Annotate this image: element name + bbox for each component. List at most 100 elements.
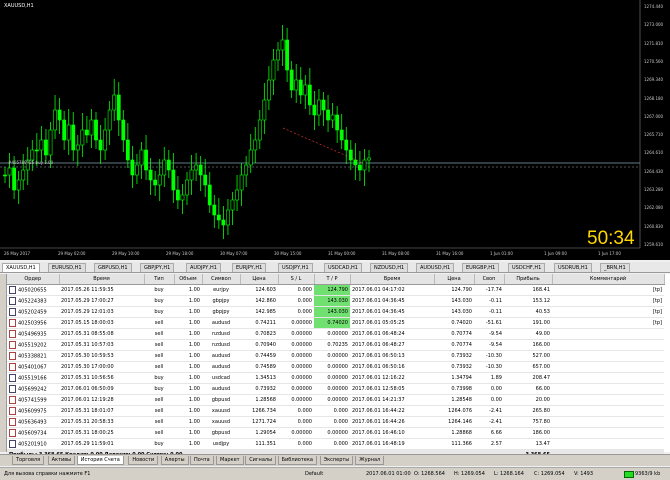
table-cell: 0.00000 [278,328,314,340]
candle-body [180,194,185,201]
table-cell: 111.351 [240,438,278,450]
symbol-tab[interactable]: EURUSD,H1 [48,263,86,272]
price-chart[interactable]: XAUUSD,H1 #405789926 buy 1.00 50:34 1274… [0,0,670,260]
table-cell: 0.00000 [314,328,350,340]
candle-body [89,119,94,136]
candle-body [335,114,340,131]
price-tick-label: 1260.830 [644,223,664,229]
symbol-tab[interactable]: GBPUSD,H1 [94,263,132,272]
table-cell: 405699242 [18,386,47,393]
column-header[interactable]: Время [350,274,435,285]
table-row[interactable]: 405020655 2017.05.26 11:59:35 buy 1.00 eurjp… [7,284,664,296]
table-cell: 1.00 [174,416,202,428]
time-tick-label: 30 May 07:00 [220,251,248,256]
table-cell: 2017.06.01 06:50:13 [350,350,434,362]
column-header[interactable]: Комментарий [552,274,665,285]
table-cell: gbpusd [202,394,240,406]
column-header[interactable]: Цена [434,274,475,285]
table-row[interactable]: 402503956 2017.05.15 18:00:03 sell 1.00 audu… [7,317,664,329]
symbol-tab[interactable]: XAUUSD,H1 [2,263,40,272]
terminal-tab[interactable]: Маркет [216,456,244,465]
table-cell: 0.73932 [434,350,474,362]
column-header[interactable]: Своп [474,274,505,285]
candle-body [185,179,189,196]
column-header[interactable]: Объем [174,274,203,285]
table-row[interactable]: 405636493 2017.05.31 20:58:33 sell 1.00 xauu… [7,416,664,428]
terminal-tab[interactable]: История Счета [76,456,124,465]
column-header[interactable]: Время [59,274,145,285]
table-cell: 2017.06.01 04:36:45 [350,306,434,318]
table-cell: [tp] [552,295,664,307]
table-cell: buy [144,295,174,307]
table-row[interactable]: 405224383 2017.05.29 17:00:27 buy 1.00 gbpjp… [7,295,664,307]
candle-body [85,129,89,136]
terminal-tab[interactable]: Алерты [160,456,189,465]
symbol-tab[interactable]: AUDUSD,H1 [416,263,455,272]
table-cell: 66.00 [504,383,552,395]
symbol-tab[interactable]: USDJPY,H1 [278,263,313,272]
column-header[interactable]: T / P [314,274,351,285]
terminal-tab[interactable]: Новости [128,456,159,465]
table-cell [552,427,664,439]
symbol-tab[interactable]: EURGBP,H1 [462,263,500,272]
symbol-tab[interactable]: USDRUB,H1 [554,263,592,272]
column-header[interactable]: S / L [278,274,315,285]
candle-body [53,109,57,131]
symbol-tab[interactable]: GBPJPY,H1 [140,263,175,272]
terminal-tab[interactable]: Библиотека [277,456,317,465]
table-cell: [tp] [552,306,664,318]
terminal-tab[interactable]: Торговля [12,456,45,465]
price-tick-label: 1262.080 [644,205,664,211]
table-cell [552,350,664,362]
candle-body [289,69,294,91]
symbol-tab[interactable]: AUDJPY,H1 [186,263,221,272]
table-cell: -0.11 [474,306,504,318]
candle-body [248,149,253,166]
table-cell: 1.00 [174,317,202,329]
table-row[interactable]: 405519166 2017.05.31 10:56:56 buy 1.00 usdca… [7,372,664,384]
table-cell: 1.00 [174,328,202,340]
table-cell: -17.74 [474,284,504,296]
table-cell: 2017.06.01 05:05:25 [350,317,434,329]
symbol-tab[interactable]: _BRN,H1 [600,263,630,272]
column-header[interactable]: Прибыль [504,274,553,285]
terminal-tab[interactable]: Эксперты [319,456,354,465]
table-row[interactable]: 405609734 2017.05.31 18:00:25 sell 1.00 gbpu… [7,427,664,439]
order-icon [9,385,16,393]
order-cell: 405338821 [7,350,59,362]
column-header[interactable]: Ордер [7,274,60,285]
table-cell: 0.70823 [240,328,278,340]
terminal-tab[interactable]: Журнал [355,456,385,465]
column-header[interactable]: Тип [144,274,175,285]
table-cell: -2.41 [474,405,504,417]
candle-body [75,144,80,151]
table-cell [552,361,664,373]
table-row[interactable]: 405741599 2017.06.01 12:19:28 sell 1.00 gbpu… [7,394,664,406]
column-header[interactable]: Символ [202,274,241,285]
table-row[interactable]: 405338821 2017.05.30 10:59:53 sell 1.00 audu… [7,350,664,362]
terminal-tab[interactable]: Почта [190,456,214,465]
table-row[interactable]: 405202459 2017.05.29 12:01:03 buy 1.00 gbpjp… [7,306,664,318]
symbol-tab[interactable]: USDCHF,H1 [508,263,546,272]
table-cell: 2017.05.31 20:58:33 [59,416,144,428]
table-row[interactable]: 405201910 2017.05.29 11:59:01 buy 1.00 usdjp… [7,438,664,450]
table-row[interactable]: 405699242 2017.06.01 06:50:09 buy 1.00 audus… [7,383,664,395]
terminal-tab[interactable]: Сигналы [245,456,277,465]
symbol-tab[interactable]: NZDUSD,H1 [370,263,409,272]
symbol-tab[interactable]: USDCAD,H1 [324,263,362,272]
terminal-side-handle[interactable] [0,274,7,452]
table-cell: 143.030 [434,306,474,318]
table-row[interactable]: 405496935 2017.05.31 08:55:08 sell 1.00 nzdu… [7,328,664,340]
terminal-tab[interactable]: Активы [47,456,76,465]
chart-title: XAUUSD,H1 [4,3,34,9]
table-cell: 405338821 [18,353,47,360]
table-row[interactable]: 405519202 2017.05.31 10:57:03 sell 1.00 nzdu… [7,339,664,351]
symbol-tab[interactable]: EURJPY,H1 [232,263,267,272]
table-row[interactable]: 405401067 2017.05.30 17:00:00 sell 1.00 audu… [7,361,664,373]
column-header[interactable]: Цена [240,274,279,285]
candle-body [94,119,98,141]
table-row[interactable]: 405609975 2017.05.31 18:01:07 sell 1.00 xauu… [7,405,664,417]
status-profile[interactable]: Default [305,468,323,480]
table-cell: 0.00000 [314,427,350,439]
price-tick-label: 1270.560 [644,58,664,64]
